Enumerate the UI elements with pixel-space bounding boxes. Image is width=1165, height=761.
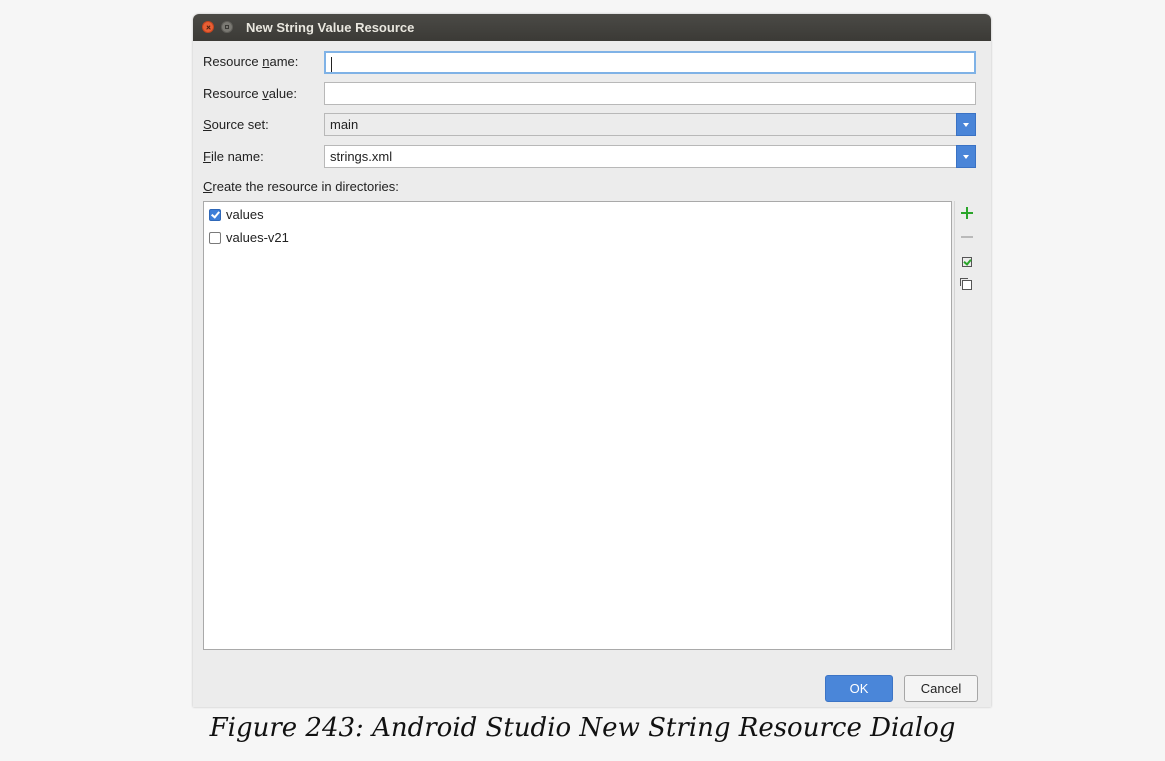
checkbox-checked[interactable] <box>209 209 221 221</box>
checkbox-unchecked[interactable] <box>209 232 221 244</box>
source-set-label: Source set: <box>203 117 269 132</box>
list-item-values[interactable]: values <box>209 207 264 223</box>
resource-name-label: Resource name: <box>203 54 299 69</box>
source-set-dropdown[interactable]: main <box>324 113 976 136</box>
dialog-title: New String Value Resource <box>246 20 415 35</box>
directories-toolbar <box>954 201 978 650</box>
file-name-value: strings.xml <box>330 149 393 164</box>
figure-caption: Figure 243: Android Studio New String Re… <box>209 713 956 743</box>
unselect-all-icon[interactable] <box>959 277 975 293</box>
select-all-icon[interactable] <box>959 254 975 270</box>
list-item-values-v21[interactable]: values-v21 <box>209 230 289 246</box>
directories-list[interactable]: values values-v21 <box>203 201 952 650</box>
minimize-window-icon[interactable] <box>221 21 233 33</box>
remove-icon[interactable] <box>959 228 975 244</box>
file-name-dropdown[interactable]: strings.xml <box>324 145 976 168</box>
ok-button[interactable]: OK <box>825 675 893 702</box>
title-bar: New String Value Resource <box>193 14 991 41</box>
new-string-resource-dialog: New String Value Resource Resource name:… <box>193 14 991 707</box>
resource-name-input[interactable] <box>324 51 976 74</box>
chevron-down-icon[interactable] <box>956 145 976 168</box>
source-set-value: main <box>330 117 359 132</box>
chevron-down-icon[interactable] <box>956 113 976 136</box>
close-window-icon[interactable] <box>202 21 214 33</box>
text-caret <box>331 56 332 72</box>
add-icon[interactable] <box>959 205 975 221</box>
resource-value-label: Resource value: <box>203 86 297 101</box>
directories-label: Create the resource in directories: <box>203 179 399 194</box>
file-name-label: File name: <box>203 149 264 164</box>
cancel-button[interactable]: Cancel <box>904 675 978 702</box>
resource-value-input[interactable] <box>324 82 976 105</box>
